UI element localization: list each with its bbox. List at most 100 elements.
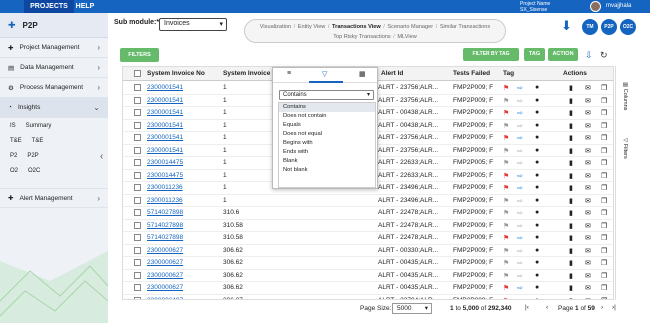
columns-panel-toggle[interactable]: ▥ Columns [622,82,628,110]
export-icon[interactable]: ⇩ [585,50,593,61]
invoice-no-link[interactable]: 2300000627 [147,272,183,279]
document-icon[interactable]: ▮ [569,247,573,255]
copy-icon[interactable]: ❐ [601,109,607,117]
arrow-right-icon[interactable]: ⇨ [517,284,523,292]
arrow-right-icon[interactable]: ⇨ [517,172,523,180]
flag-icon[interactable]: ⚑ [503,159,509,167]
row-checkbox[interactable] [134,296,141,299]
sidebar-item-process-management[interactable]: ⚙ Process Management › [0,78,108,98]
document-icon[interactable]: ▮ [569,147,573,155]
comment-icon[interactable]: ● [535,272,539,279]
flag-icon[interactable]: ⚑ [503,184,509,192]
row-checkbox[interactable] [134,96,141,104]
col-system-invoice-l[interactable]: System Invoice L [223,70,276,77]
table-row[interactable]: 5714027898 310.6 ALRT - 22478;ALR... FMP2P0… [123,207,613,220]
comment-icon[interactable]: ● [535,147,539,154]
email-icon[interactable]: ✉ [585,172,591,180]
row-checkbox[interactable] [134,284,141,291]
copy-icon[interactable]: ❐ [601,97,607,105]
document-icon[interactable]: ▮ [569,284,573,292]
document-icon[interactable]: ▮ [569,234,573,242]
flag-icon[interactable]: ⚑ [503,247,509,255]
document-icon[interactable]: ▮ [569,297,573,300]
sidebar-subitem-o2c[interactable]: O2 O2C [0,163,108,178]
module-tm-button[interactable]: TM [582,19,598,35]
view-transactions[interactable]: Transactions View [332,24,381,30]
sidebar-item-insights[interactable]: ◔ Insights ⌄ [0,98,108,118]
copy-icon[interactable]: ❐ [601,147,607,155]
view-entity[interactable]: Entity View [298,24,326,30]
col-system-invoice-no[interactable]: System Invoice No [147,70,205,77]
invoice-no-link[interactable]: 2300014475 [147,172,183,179]
document-icon[interactable]: ▮ [569,272,573,280]
view-top-risky[interactable]: Top Risky Transactions [333,34,391,40]
arrow-right-icon[interactable]: ⇨ [517,84,523,92]
document-icon[interactable]: ▮ [569,172,573,180]
module-o2c-button[interactable]: O2C [620,19,636,35]
flag-icon[interactable]: ⚑ [503,222,509,230]
document-icon[interactable]: ▮ [569,209,573,217]
flag-icon[interactable]: ⚑ [503,297,509,300]
collapse-sidebar-icon[interactable]: ‹ [100,151,103,162]
invoice-no-link[interactable]: 2300006497 [147,297,183,300]
filter-by-tag-button[interactable]: FILTER BY TAG [463,48,519,61]
invoice-no-link[interactable]: 5714027898 [147,209,183,216]
invoice-no-link[interactable]: 2300001541 [147,109,183,116]
email-icon[interactable]: ✉ [585,184,591,192]
filter-option[interactable]: Not blank [279,166,375,175]
email-icon[interactable]: ✉ [585,147,591,155]
comment-icon[interactable]: ● [535,284,539,291]
col-tests-failed[interactable]: Tests Failed [453,70,490,77]
email-icon[interactable]: ✉ [585,84,591,92]
copy-icon[interactable]: ❐ [601,297,607,300]
invoice-no-link[interactable]: 5714027898 [147,222,183,229]
filters-panel-toggle[interactable]: ▽ Filters [622,138,628,159]
col-actions[interactable]: Actions [563,70,587,77]
flag-icon[interactable]: ⚑ [503,84,509,92]
document-icon[interactable]: ▮ [569,97,573,105]
invoice-no-link[interactable]: 2300001541 [147,122,183,129]
invoice-no-link[interactable]: 2300000627 [147,247,183,254]
view-scenario-manager[interactable]: Scenario Manager [387,24,433,30]
row-checkbox[interactable] [134,84,141,91]
sidebar-subitem-te[interactable]: T&E T&E [0,133,108,148]
comment-icon[interactable]: ● [535,84,539,91]
table-row[interactable]: 2300006497 306.27 ALRT - 23794;ALR... FMP2P… [123,295,613,300]
comment-icon[interactable]: ● [535,209,539,216]
copy-icon[interactable]: ❐ [601,222,607,230]
copy-icon[interactable]: ❐ [601,284,607,292]
email-icon[interactable]: ✉ [585,234,591,242]
table-row[interactable]: 2300000627 306.62 ALRT - 00435;ALR... FMP2P… [123,257,613,270]
document-icon[interactable]: ▮ [569,122,573,130]
document-icon[interactable]: ▮ [569,222,573,230]
first-page-icon[interactable]: |‹ [525,304,529,311]
user-name[interactable]: mvajjhala [606,3,631,9]
row-checkbox[interactable] [134,209,141,216]
table-row[interactable]: 2300000627 306.62 ALRT - 00435;ALR... FMP2P… [123,270,613,282]
filter-option[interactable]: Ends with [279,148,375,157]
view-similar-transactions[interactable]: Similar Transactions [440,24,490,30]
invoice-no-link[interactable]: 2300000627 [147,259,183,266]
last-page-icon[interactable]: ›| [612,304,616,311]
arrow-right-icon[interactable]: ⇨ [517,159,523,167]
email-icon[interactable]: ✉ [585,222,591,230]
flag-icon[interactable]: ⚑ [503,134,509,142]
invoice-no-link[interactable]: 2300001541 [147,147,183,154]
email-icon[interactable]: ✉ [585,109,591,117]
menu-tab-general-icon[interactable]: ≡ [287,70,291,77]
document-icon[interactable]: ▮ [569,159,573,167]
comment-icon[interactable]: ● [535,297,539,300]
email-icon[interactable]: ✉ [585,122,591,130]
table-row[interactable]: 2300011236 1 ALRT - 23496;ALR... FMP2P009; … [123,195,613,207]
row-checkbox[interactable] [134,109,141,116]
filter-option[interactable]: Contains [279,103,375,112]
copy-icon[interactable]: ❐ [601,122,607,130]
flag-icon[interactable]: ⚑ [503,122,509,130]
flag-icon[interactable]: ⚑ [503,259,509,267]
email-icon[interactable]: ✉ [585,97,591,105]
arrow-right-icon[interactable]: ⇨ [517,134,523,142]
filter-option[interactable]: Equals [279,121,375,130]
copy-icon[interactable]: ❐ [601,234,607,242]
row-checkbox[interactable] [134,134,141,141]
comment-icon[interactable]: ● [535,97,539,104]
